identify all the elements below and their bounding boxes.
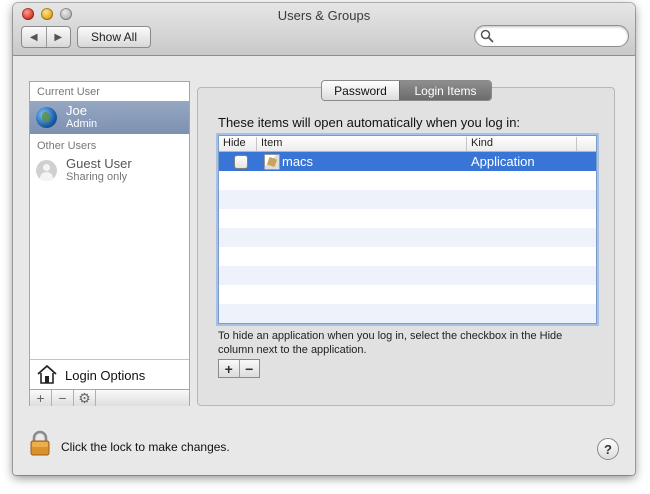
current-user-header: Current User	[37, 86, 100, 98]
item-kind: Application	[471, 154, 535, 169]
table-header: Hide Item Kind	[219, 136, 596, 152]
add-remove-items-control: + −	[218, 359, 260, 378]
window-title: Users & Groups	[277, 8, 371, 23]
tab-bar: Password Login Items	[321, 80, 492, 101]
column-header-hide[interactable]: Hide	[219, 137, 257, 151]
forward-button[interactable]: ▶	[45, 27, 71, 47]
guest-user-icon	[36, 160, 57, 181]
hide-hint-text: To hide an application when you log in, …	[218, 330, 563, 356]
login-items-table[interactable]: Hide Item Kind macs Application	[218, 135, 597, 324]
lock-message: Click the lock to make changes.	[61, 440, 230, 454]
tab-login-items[interactable]: Login Items	[399, 81, 491, 100]
gear-icon[interactable]: ⚙	[74, 390, 96, 406]
user-role: Admin	[66, 118, 98, 130]
back-forward-control: ◀ ▶	[21, 26, 71, 48]
user-row-guest[interactable]: Guest User Sharing only	[30, 154, 189, 187]
empty-row	[219, 304, 596, 323]
user-row-joe[interactable]: Joe Admin	[30, 101, 189, 134]
table-row[interactable]: macs Application	[219, 152, 596, 171]
empty-row	[219, 190, 596, 209]
remove-login-item-button[interactable]: −	[238, 360, 260, 377]
empty-row	[219, 228, 596, 247]
search-field[interactable]	[474, 25, 629, 47]
login-items-heading: These items will open automatically when…	[218, 115, 521, 130]
login-options-item[interactable]: Login Options	[30, 359, 189, 390]
column-header-kind[interactable]: Kind	[467, 137, 577, 151]
other-users-header: Other Users	[37, 140, 97, 152]
globe-icon	[36, 107, 57, 128]
search-input[interactable]	[497, 28, 625, 45]
toolbar: Users & Groups ◀ ▶ Show All	[13, 3, 635, 56]
lock-icon[interactable]	[29, 430, 51, 456]
show-all-button[interactable]: Show All	[77, 26, 151, 48]
user-name: Guest User	[66, 156, 132, 171]
help-icon: ?	[604, 441, 612, 457]
users-groups-window: Users & Groups ◀ ▶ Show All Current User…	[13, 3, 635, 475]
back-arrow-icon: ◀	[29, 31, 38, 43]
tab-password[interactable]: Password	[322, 81, 399, 100]
application-icon	[264, 154, 280, 170]
remove-user-button[interactable]: −	[52, 390, 74, 406]
users-list: Current User Joe Admin Other Users Guest…	[29, 81, 190, 406]
search-icon	[480, 29, 494, 43]
hide-checkbox[interactable]	[234, 155, 248, 169]
add-user-button[interactable]: +	[30, 390, 52, 406]
add-login-item-button[interactable]: +	[219, 360, 239, 377]
login-options-label: Login Options	[65, 368, 146, 383]
user-role: Sharing only	[66, 171, 128, 183]
forward-arrow-icon: ▶	[54, 31, 63, 43]
empty-row	[219, 266, 596, 285]
help-button[interactable]: ?	[597, 438, 619, 460]
user-name: Joe	[66, 103, 87, 118]
column-header-item[interactable]: Item	[257, 137, 467, 151]
item-name: macs	[282, 154, 314, 169]
back-button[interactable]: ◀	[22, 27, 46, 47]
house-icon	[37, 365, 57, 384]
sidebar-footer: + − ⚙	[30, 389, 189, 406]
